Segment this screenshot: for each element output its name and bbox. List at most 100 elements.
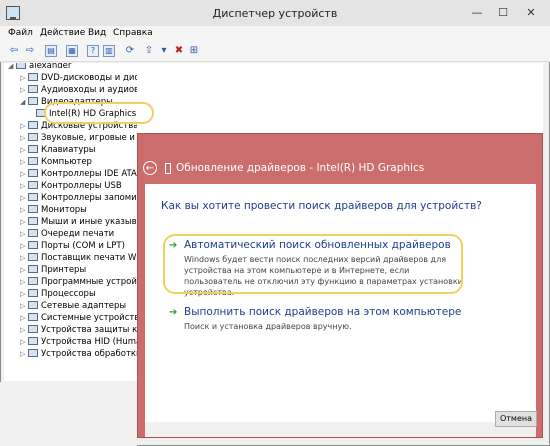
tree-item-label: Контроллеры IDE ATA/: [41, 169, 137, 179]
menu-bar: Файл Действие Вид Справка: [0, 26, 550, 43]
tree-item[interactable]: ▷ Мыши и иные указыва: [20, 216, 137, 228]
tree-item[interactable]: ▷ Устройства HID (Huma: [20, 336, 137, 348]
audio-icon: [28, 85, 38, 93]
update-driver-icon[interactable]: ⇧: [143, 45, 155, 57]
tree-root-label: alexander: [29, 63, 72, 71]
tree-item[interactable]: ▷DVD-дисководы и дисководы компакт-диско…: [20, 72, 137, 84]
menu-action[interactable]: Действие: [40, 28, 85, 38]
maximize-button[interactable]: ☐: [494, 5, 512, 20]
update-driver-dialog: ← Обновление драйверов - Intel(R) HD Gra…: [137, 133, 543, 438]
disk-drive-icon: [28, 121, 38, 129]
print-queue-icon: [28, 229, 38, 237]
tree-item[interactable]: ▷ Порты (COM и LPT): [20, 240, 125, 252]
menu-help[interactable]: Справка: [113, 28, 153, 38]
usb-icon: [28, 181, 38, 189]
port-icon: [28, 241, 38, 249]
tree-root[interactable]: ◢ alexander: [8, 63, 71, 72]
option-manual-title: Выполнить поиск драйверов на этом компью…: [184, 306, 462, 318]
tree-item-label: Принтеры: [41, 265, 87, 275]
dialog-body: Как вы хотите провести поиск драйверов д…: [145, 184, 536, 422]
tree-item-label: Устройства обработки: [41, 349, 137, 359]
tree-item[interactable]: ▷ Контроллеры USB: [20, 180, 122, 192]
tree-item-label: Компьютер: [41, 157, 92, 167]
tree-item[interactable]: ▷ Контроллеры запомин: [20, 192, 137, 204]
tree-item-label: Программные устройств: [41, 277, 137, 287]
tree-item[interactable]: ▷Звуковые, игровые и видеоустройства: [20, 132, 137, 144]
monitor-icon: [28, 205, 38, 213]
tree-item-label: Очереди печати: [41, 229, 115, 239]
tree-item-label: Мониторы: [41, 205, 87, 215]
tree-item[interactable]: ▷ Сетевые адаптеры: [20, 300, 126, 312]
scan-hardware-icon[interactable]: ⊞: [188, 45, 200, 57]
printer-icon: [28, 253, 38, 261]
help-icon[interactable]: ?: [87, 45, 99, 57]
view-icon[interactable]: ▥: [103, 45, 115, 57]
tree-item-label: Контроллеры запомин: [41, 193, 137, 203]
tree-item[interactable]: ▷ Компьютер: [20, 156, 92, 168]
tree-item-label: Аудиовходы и аудиовыходы: [41, 85, 137, 95]
close-button[interactable]: ✕: [522, 5, 540, 20]
option-highlight: [163, 234, 463, 294]
tree-item[interactable]: ▷Поставщик печати WSD: [20, 252, 137, 264]
tree-item[interactable]: ▷Аудиовходы и аудиовыходы: [20, 84, 137, 96]
imaging-device-icon: [28, 349, 38, 357]
menu-file[interactable]: Файл: [8, 28, 33, 38]
tree-item[interactable]: ▷ Устройства обработки: [20, 348, 137, 360]
tree-item-label: Клавиатуры: [41, 145, 96, 155]
tree-item-label: Устройства HID (Huma: [41, 337, 137, 347]
forward-arrow-icon[interactable]: ⇨: [24, 45, 36, 57]
tree-item[interactable]: ▷ Устройства защиты ко: [20, 324, 137, 336]
security-device-icon: [28, 325, 38, 333]
status-bar: [0, 382, 137, 446]
display-adapter-icon: [28, 97, 38, 105]
selection-highlight: [44, 102, 154, 124]
software-device-icon: [28, 277, 38, 285]
keyboard-icon: [28, 145, 38, 153]
scan-icon[interactable]: ⟳: [124, 45, 136, 57]
tree-item[interactable]: ▷ Клавиатуры: [20, 144, 96, 156]
green-arrow-icon: ➔: [169, 307, 178, 318]
toolbar: ⇦ ⇨ ▤ ▦ ? ▥ ⟳ ⇧ ▾ ✖ ⊞: [0, 43, 550, 62]
sound-icon: [28, 133, 38, 141]
menu-view[interactable]: Вид: [88, 28, 106, 38]
mouse-icon: [28, 217, 38, 225]
minimize-button[interactable]: —: [468, 5, 486, 20]
dialog-header: ← Обновление драйверов - Intel(R) HD Gra…: [138, 134, 542, 184]
disable-icon[interactable]: ▾: [158, 45, 170, 57]
title-bar: Диспетчер устройств — ☐ ✕: [0, 0, 550, 27]
tree-item-label: Звуковые, игровые и видеоустройства: [41, 133, 137, 143]
tree-item[interactable]: ▷Программные устройств: [20, 276, 137, 288]
cancel-button[interactable]: Отмена: [495, 411, 537, 427]
tree-item-label: Устройства защиты ко: [41, 325, 137, 335]
dialog-title: Обновление драйверов - Intel(R) HD Graph…: [176, 162, 425, 174]
storage-controller-icon: [28, 193, 38, 201]
dialog-question: Как вы хотите провести поиск драйверов д…: [161, 200, 482, 212]
tree-item[interactable]: ▷ Системные устройства: [20, 312, 137, 324]
system-device-icon: [28, 313, 38, 321]
dvd-drive-icon: [28, 73, 38, 81]
tree-item[interactable]: ▷ Мониторы: [20, 204, 87, 216]
back-arrow-icon[interactable]: ⇦: [8, 45, 20, 57]
tree-item[interactable]: ▷ Процессоры: [20, 288, 96, 300]
tree-item[interactable]: ▷ Принтеры: [20, 264, 86, 276]
properties-icon[interactable]: ▦: [66, 45, 78, 57]
uninstall-icon[interactable]: ✖: [173, 45, 185, 57]
option-manual-description: Поиск и установка драйверов вручную.: [184, 322, 352, 331]
tree-item-label: Системные устройства: [41, 313, 137, 323]
printer-icon: [28, 265, 38, 273]
tree-item-label: Мыши и иные указыва: [41, 217, 137, 227]
tree-item-label: Поставщик печати WSD: [41, 253, 137, 263]
tree-item-label: Контроллеры USB: [41, 181, 122, 191]
computer-icon: [16, 63, 26, 69]
device-icon: [165, 163, 171, 174]
tree-item[interactable]: ▷ Контроллеры IDE ATA/: [20, 168, 137, 180]
show-hide-tree-icon[interactable]: ▤: [45, 45, 57, 57]
tree-item[interactable]: ▷ Очереди печати: [20, 228, 114, 240]
processor-icon: [28, 289, 38, 297]
computer-icon: [28, 157, 38, 165]
tree-item-label: DVD-дисководы и дисководы компакт-дисков: [41, 73, 137, 83]
tree-item-label: Сетевые адаптеры: [41, 301, 127, 311]
tree-item-label: Порты (COM и LPT): [41, 241, 125, 251]
back-arrow-icon[interactable]: ←: [143, 161, 157, 175]
hid-icon: [28, 337, 38, 345]
